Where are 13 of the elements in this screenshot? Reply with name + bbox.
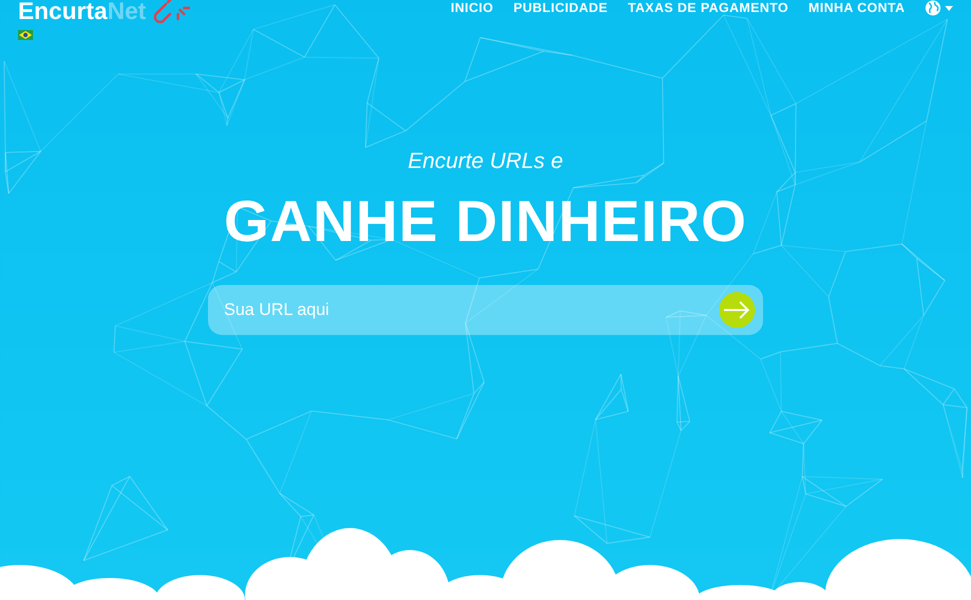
nav-link[interactable]: INICIO: [450, 2, 494, 14]
nav-link[interactable]: PUBLICIDADE: [513, 2, 608, 14]
flag-icon[interactable]: [18, 30, 33, 40]
hero-title: GANHE DINHEIRO: [224, 188, 748, 255]
arrow-right-icon: [724, 301, 750, 319]
caret-icon: [945, 6, 953, 10]
logo-text[interactable]: EncurtaNet: [18, 1, 146, 23]
hero-subtitle: Encurte URLs e: [408, 148, 564, 174]
globe-icon: [925, 0, 941, 16]
submit-button[interactable]: [719, 292, 755, 328]
nav-link[interactable]: MINHA CONTA: [808, 2, 905, 14]
nav-link[interactable]: TAXAS DE PAGAMENTO: [628, 2, 788, 14]
language-dropdown[interactable]: [925, 0, 953, 16]
